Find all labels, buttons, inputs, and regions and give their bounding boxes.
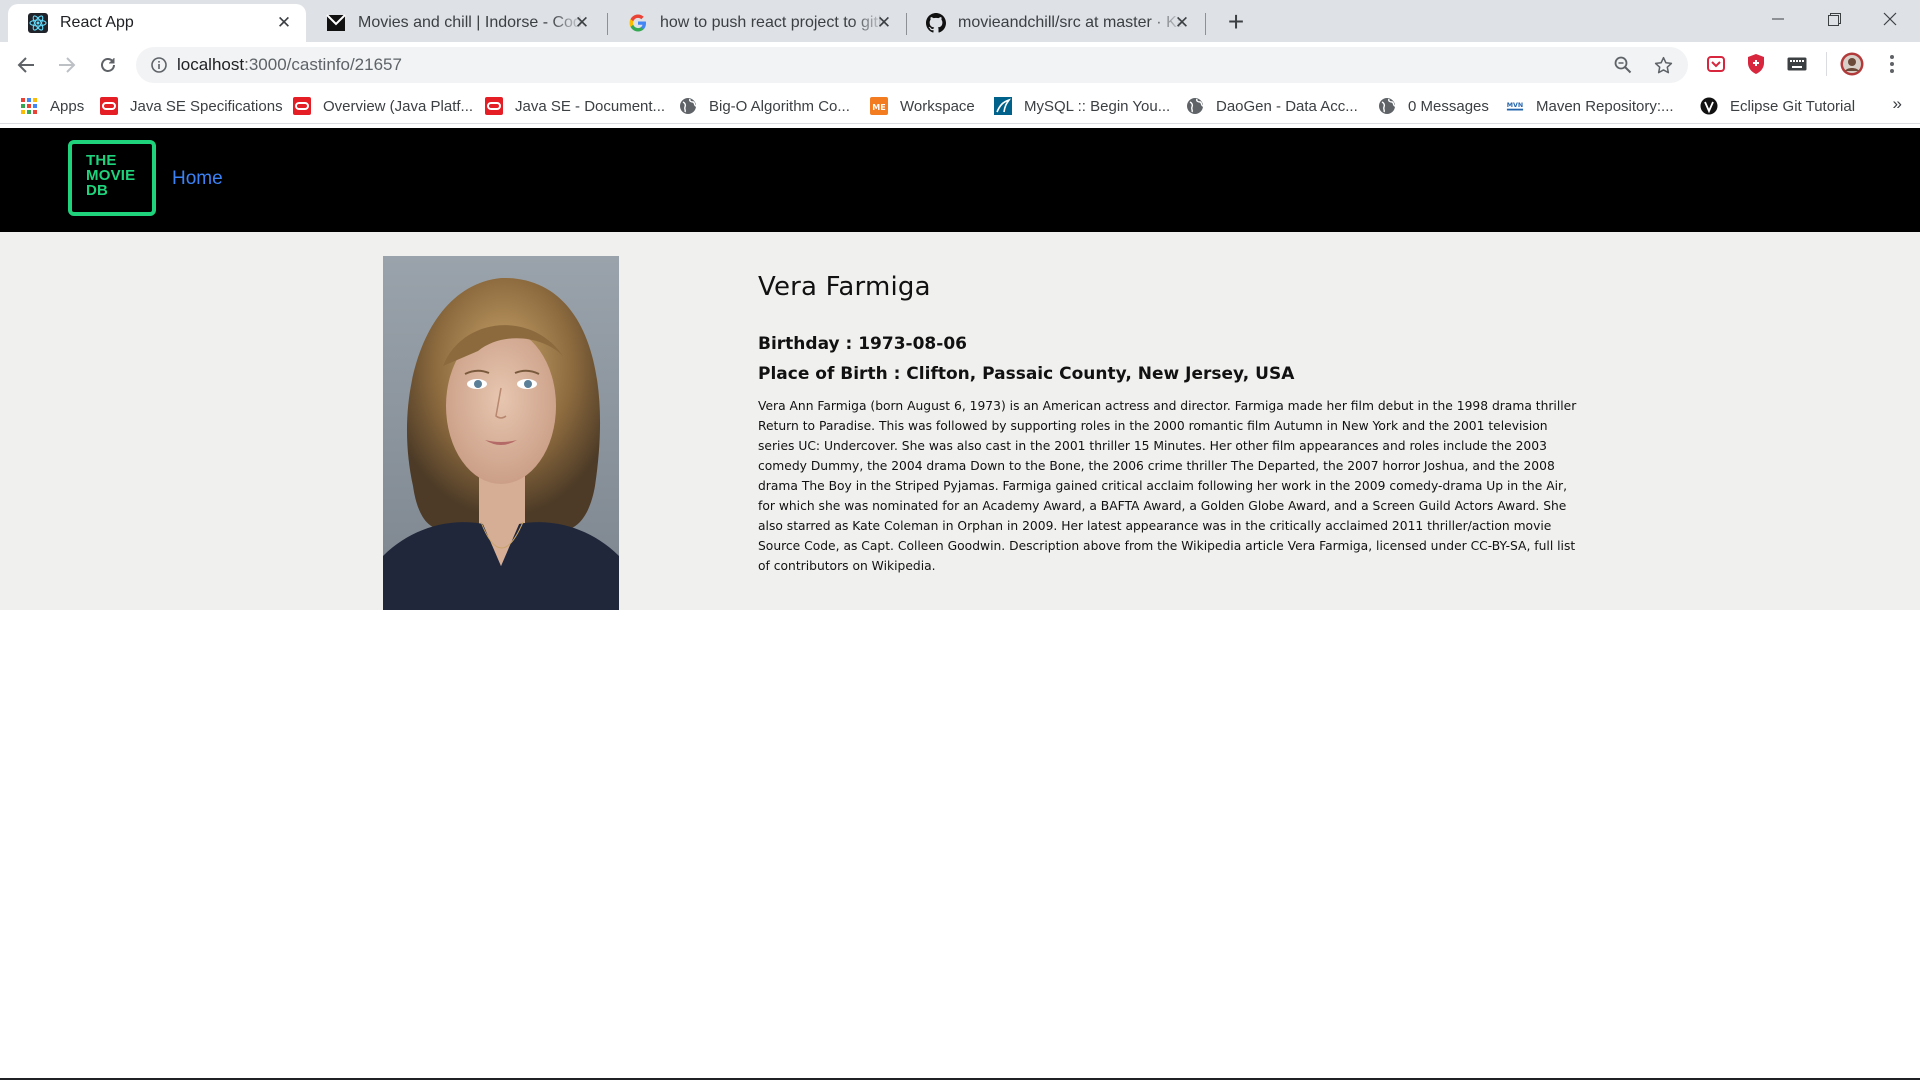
tab-google-search[interactable]: how to push react project to github ✕ [608, 4, 906, 42]
tab-title: React App [60, 14, 134, 31]
home-link[interactable]: Home [172, 168, 223, 190]
tab-title: Movies and chill | Indorse - Coding [358, 14, 584, 31]
globe-icon [1186, 97, 1204, 115]
svg-text:ME: ME [872, 103, 885, 112]
toolbar-divider [1826, 52, 1827, 76]
bookmark-label: Java SE - Document... [515, 97, 666, 115]
star-icon[interactable] [1653, 55, 1673, 75]
bookmark-label: Maven Repository:... [1536, 97, 1674, 115]
tab-title: movieandchill/src at master · Kath [958, 14, 1184, 31]
address-bar[interactable]: localhost:3000/castinfo/21657 [136, 47, 1688, 83]
globe-icon [679, 97, 697, 115]
apps-grid-icon [20, 97, 38, 115]
tab-title: how to push react project to github [660, 14, 886, 31]
svg-text:MVN: MVN [1507, 102, 1523, 109]
google-icon [628, 13, 648, 33]
globe-icon [1378, 97, 1396, 115]
bookmarks-bar: Apps Java SE Specifications Overview (Ja… [0, 88, 1920, 124]
tab-react-app[interactable]: React App ✕ [8, 4, 306, 42]
site-navbar: THE MOVIE DB Home [0, 128, 1920, 232]
close-tab-icon[interactable]: ✕ [572, 13, 592, 33]
indorse-icon [326, 13, 346, 33]
minimize-icon[interactable] [1750, 0, 1806, 38]
bookmark-label: DaoGen - Data Acc... [1216, 97, 1358, 115]
oracle-icon [100, 97, 118, 115]
bookmark-apps[interactable]: Apps [20, 94, 84, 118]
shield-icon[interactable] [1744, 52, 1768, 76]
reload-icon[interactable] [92, 49, 124, 81]
biography-text: Vera Ann Farmiga (born August 6, 1973) i… [758, 399, 1577, 573]
tab-indorse[interactable]: Movies and chill | Indorse - Coding ✕ [306, 4, 604, 42]
react-icon [28, 13, 48, 33]
tmdb-logo[interactable]: THE MOVIE DB [68, 140, 156, 216]
bookmark-overview-java[interactable]: Overview (Java Platf... [293, 94, 473, 118]
cast-details: Vera Farmiga Birthday : 1973-08-06 Place… [758, 272, 1578, 588]
close-tab-icon[interactable]: ✕ [274, 13, 294, 33]
bookmark-messages[interactable]: 0 Messages [1378, 94, 1489, 118]
browser-toolbar: localhost:3000/castinfo/21657 [0, 42, 1920, 88]
new-tab-button[interactable]: + [1222, 8, 1250, 36]
bookmark-label: Eclipse Git Tutorial [1730, 97, 1856, 115]
restore-icon[interactable] [1806, 0, 1862, 38]
cast-info-section: Vera Farmiga Birthday : 1973-08-06 Place… [0, 232, 1920, 610]
oracle-icon [293, 97, 311, 115]
profile-avatar[interactable] [1840, 52, 1864, 76]
github-icon [926, 13, 946, 33]
close-tab-icon[interactable]: ✕ [874, 13, 894, 33]
bookmark-label: MySQL :: Begin You... [1024, 97, 1171, 115]
bookmark-label: Java SE Specifications [130, 97, 283, 115]
place-of-birth-text: Place of Birth : Clifton, Passaic County… [758, 364, 1295, 384]
bookmark-mysql[interactable]: MySQL :: Begin You... [994, 94, 1170, 118]
bookmark-eclipse-git[interactable]: Eclipse Git Tutorial [1700, 94, 1855, 118]
close-tab-icon[interactable]: ✕ [1172, 13, 1192, 33]
bookmark-label: Workspace [900, 97, 975, 115]
mysql-icon [994, 97, 1012, 115]
cast-name: Vera Farmiga [758, 272, 931, 302]
birthday-text: Birthday : 1973-08-06 [758, 334, 967, 354]
bookmark-maven[interactable]: MVN Maven Repository:... [1506, 94, 1674, 118]
me-icon: ME [870, 97, 888, 115]
bookmark-label: 0 Messages [1408, 97, 1489, 115]
tab-github[interactable]: movieandchill/src at master · Kath ✕ [906, 4, 1204, 42]
keyboard-icon[interactable] [1785, 52, 1809, 76]
bookmark-label: Apps [50, 97, 85, 115]
bookmark-label: Big-O Algorithm Co... [709, 97, 850, 115]
maven-icon: MVN [1506, 97, 1524, 115]
bookmark-big-o[interactable]: Big-O Algorithm Co... [679, 94, 850, 118]
bookmark-daogen[interactable]: DaoGen - Data Acc... [1186, 94, 1358, 118]
zoom-icon[interactable] [1613, 55, 1633, 75]
bookmark-java-se-specs[interactable]: Java SE Specifications [100, 94, 283, 118]
bookmark-label: Overview (Java Platf... [323, 97, 474, 115]
bookmark-java-se-docs[interactable]: Java SE - Document... [485, 94, 665, 118]
vogella-icon [1700, 97, 1718, 115]
back-icon[interactable] [10, 49, 42, 81]
logo-text: THE MOVIE DB [86, 152, 136, 199]
more-bookmarks-button[interactable]: » [1893, 94, 1902, 114]
forward-icon[interactable] [51, 49, 83, 81]
bookmark-workspace[interactable]: ME Workspace [870, 94, 975, 118]
site-info-icon[interactable] [150, 56, 168, 74]
close-window-icon[interactable] [1862, 0, 1918, 38]
profile-photo [383, 256, 619, 610]
oracle-icon [485, 97, 503, 115]
tab-separator [1205, 13, 1206, 35]
menu-kebab-icon[interactable] [1880, 52, 1904, 76]
url-text[interactable]: localhost:3000/castinfo/21657 [177, 55, 402, 75]
pocket-icon[interactable] [1704, 52, 1728, 76]
tab-strip: React App ✕ Movies and chill | Indorse -… [0, 0, 1920, 42]
